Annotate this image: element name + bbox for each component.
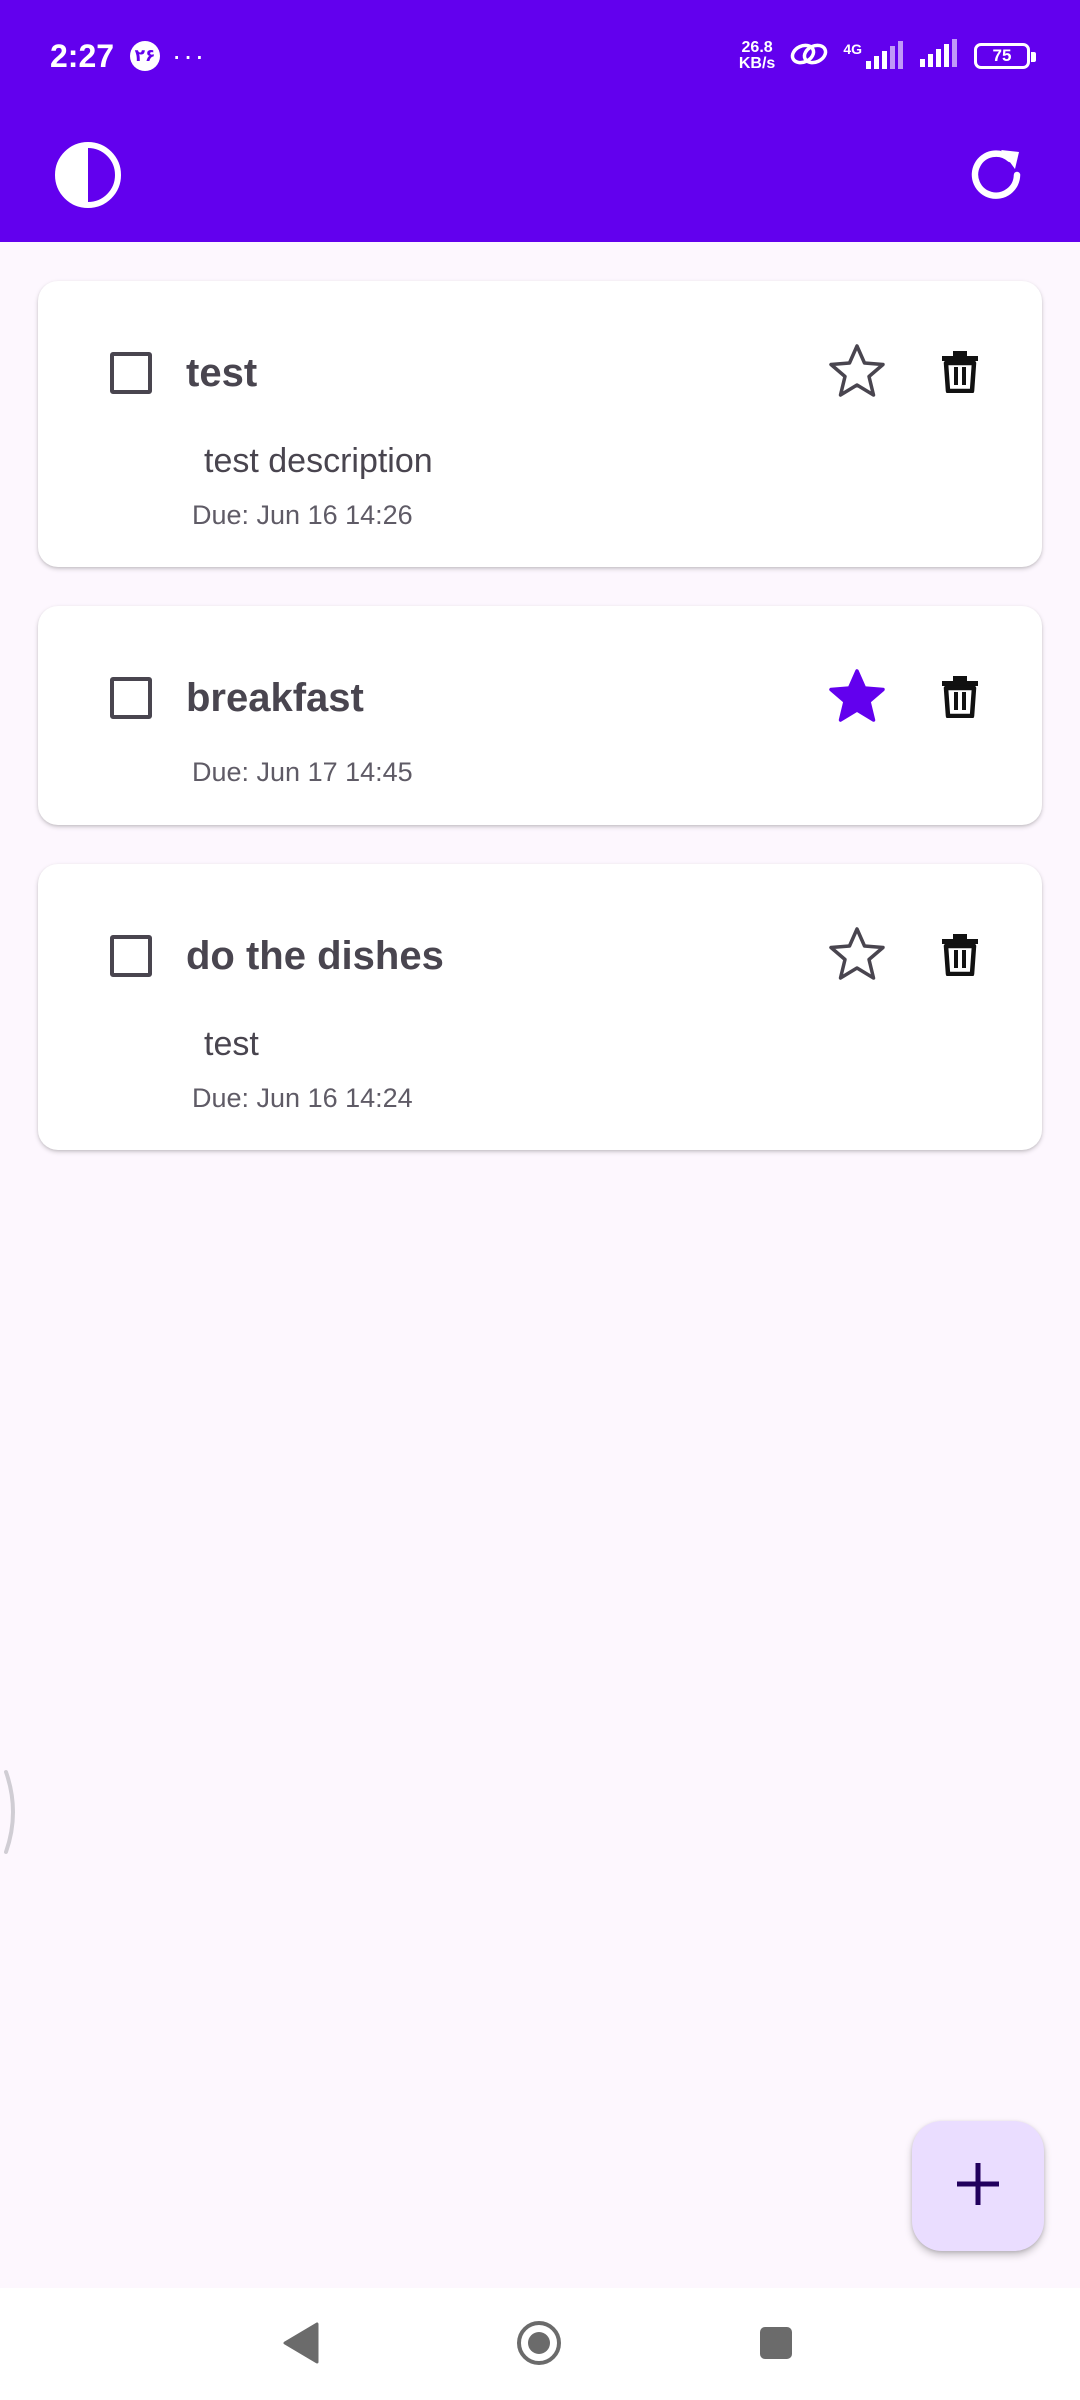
theme-toggle-button[interactable] xyxy=(48,137,128,217)
task-card[interactable]: breakfast Due: Jun 17 14:45 xyxy=(38,606,1042,825)
task-title: breakfast xyxy=(186,676,364,720)
signal-4g-icon: 4G xyxy=(843,41,904,71)
network-speed-unit: KB/s xyxy=(738,55,776,72)
home-icon xyxy=(515,2319,563,2372)
recent-apps-button[interactable] xyxy=(741,2310,811,2380)
favorite-button[interactable] xyxy=(822,338,892,408)
task-card[interactable]: do the dishes test Due: Jun 16 14:24 xyxy=(38,864,1042,1150)
back-icon xyxy=(281,2321,321,2370)
task-title: do the dishes xyxy=(186,934,444,978)
task-due-date: Due: Jun 16 14:24 xyxy=(192,1083,413,1113)
delete-button[interactable] xyxy=(925,921,995,991)
refresh-icon xyxy=(965,144,1027,211)
network-type: 4G xyxy=(843,41,862,57)
link-icon xyxy=(789,40,829,73)
plus-icon xyxy=(954,2160,1002,2213)
favorite-button[interactable] xyxy=(822,921,892,991)
back-button[interactable] xyxy=(266,2310,336,2380)
task-due-date: Due: Jun 16 14:26 xyxy=(192,500,413,530)
status-bar: 2:27 ۲۶ ··· 26.8 KB/s 4G 75 xyxy=(0,0,1080,112)
task-description: test xyxy=(204,1025,259,1063)
contrast-icon xyxy=(53,140,123,215)
task-card[interactable]: test test description Due: Jun 16 14:26 xyxy=(38,281,1042,567)
notification-badge: ۲۶ xyxy=(130,41,161,71)
star-filled-icon xyxy=(828,668,886,729)
more-notifications-icon: ··· xyxy=(172,40,207,71)
star-outline-icon xyxy=(828,926,886,987)
battery-icon: 75 xyxy=(974,43,1036,69)
favorite-button[interactable] xyxy=(822,663,892,733)
task-title: test xyxy=(186,351,258,395)
refresh-button[interactable] xyxy=(956,137,1036,217)
task-checkbox[interactable] xyxy=(110,352,152,394)
trash-icon xyxy=(940,932,980,981)
signal-icon xyxy=(918,38,960,74)
network-speed: 26.8 KB/s xyxy=(739,40,775,72)
trash-icon xyxy=(940,674,980,723)
delete-button[interactable] xyxy=(925,663,995,733)
home-button[interactable] xyxy=(504,2310,574,2380)
trash-icon xyxy=(940,349,980,398)
star-outline-icon xyxy=(828,343,886,404)
recent-apps-icon xyxy=(757,2324,795,2367)
status-icons: 26.8 KB/s 4G 75 xyxy=(739,38,1036,74)
add-task-button[interactable] xyxy=(912,2121,1044,2251)
edge-gesture-handle[interactable] xyxy=(2,1768,22,1856)
delete-button[interactable] xyxy=(925,338,995,408)
task-due-date: Due: Jun 17 14:45 xyxy=(192,757,413,787)
task-checkbox[interactable] xyxy=(110,677,152,719)
system-navigation-bar xyxy=(0,2288,1080,2400)
app-bar xyxy=(0,112,1080,242)
battery-level: 75 xyxy=(992,46,1012,65)
task-checkbox[interactable] xyxy=(110,935,152,977)
status-time: 2:27 xyxy=(50,37,115,74)
network-speed-value: 26.8 xyxy=(741,39,773,56)
task-description: test description xyxy=(204,442,433,480)
